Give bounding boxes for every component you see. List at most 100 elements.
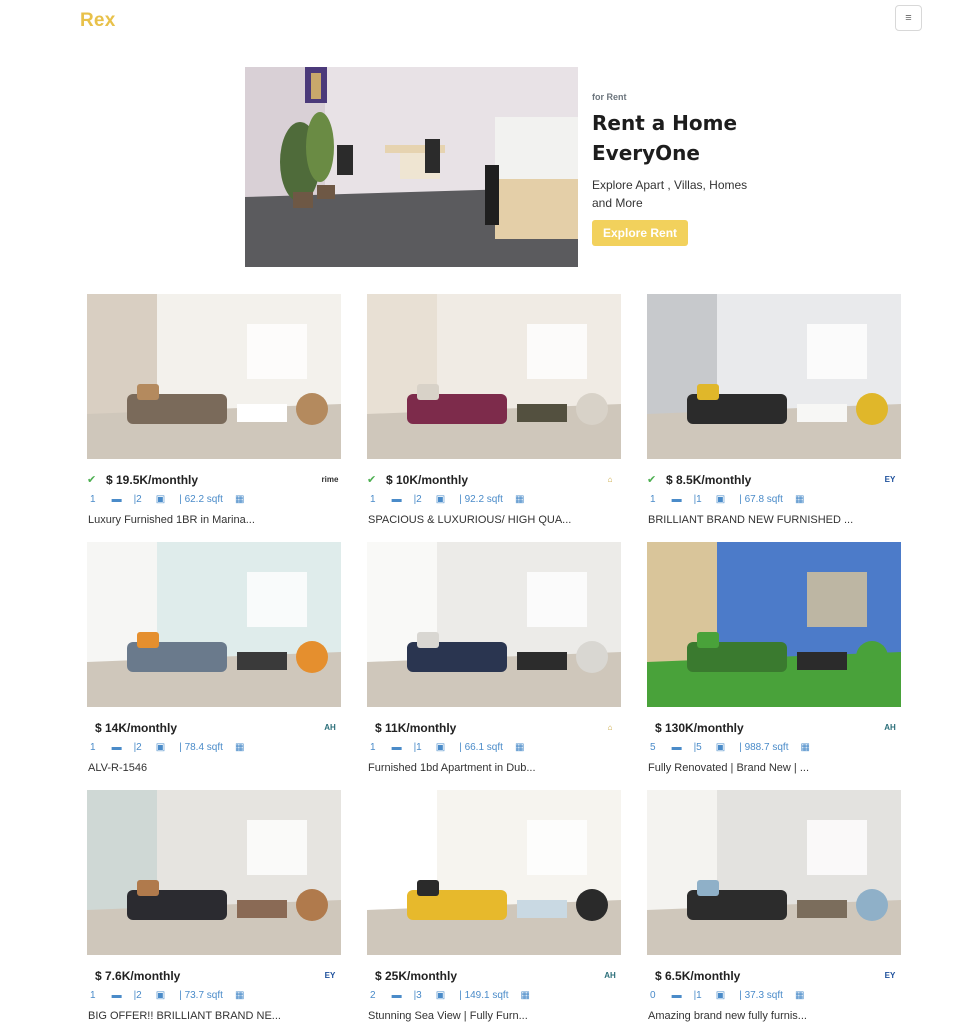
area-size: | 988.7 sqft xyxy=(739,742,789,753)
baths-count: |2 xyxy=(133,990,142,1001)
listing-photo[interactable] xyxy=(367,294,621,459)
beds-count: 1 xyxy=(370,494,376,505)
agency-logo[interactable]: AH xyxy=(599,965,621,985)
bath-icon: ▣ xyxy=(155,494,166,505)
baths-count: |1 xyxy=(413,742,422,753)
listing-price: $ 10K/monthly xyxy=(386,473,469,487)
listing-photo[interactable] xyxy=(647,790,901,955)
area-size: | 37.3 sqft xyxy=(739,990,783,1001)
beds-count: 1 xyxy=(90,990,96,1001)
bed-icon: ▬ xyxy=(111,494,122,505)
price-row: ✔ $ 8.5K/monthly EY xyxy=(647,469,901,489)
listing-photo[interactable] xyxy=(87,294,341,459)
bed-icon: ▬ xyxy=(111,742,122,753)
area-size: | 66.1 sqft xyxy=(459,742,503,753)
bed-icon: ▬ xyxy=(391,494,402,505)
agency-logo[interactable]: EY xyxy=(319,965,341,985)
listing-price: $ 6.5K/monthly xyxy=(655,969,741,983)
price-row: $ 130K/monthly AH xyxy=(647,717,901,737)
bed-icon: ▬ xyxy=(671,494,682,505)
listing-price: $ 14K/monthly xyxy=(95,721,178,735)
hero-title: Rent a Home EveryOne xyxy=(592,108,792,168)
listing-photo[interactable] xyxy=(367,790,621,955)
listing-title[interactable]: Amazing brand new fully furnis... xyxy=(648,1010,902,1022)
listing-title[interactable]: Stunning Sea View | Fully Furn... xyxy=(368,1010,622,1022)
agency-logo[interactable]: ⌂ xyxy=(599,469,621,489)
beds-count: 1 xyxy=(370,742,376,753)
listing-title[interactable]: Furnished 1bd Apartment in Dub... xyxy=(368,762,622,774)
agency-logo[interactable]: EY xyxy=(879,965,901,985)
hero-subtitle: Explore Apart , Villas, Homes and More xyxy=(592,178,748,210)
listing-specs: 1 ▬ |2 ▣ | 62.2 sqft ▦ xyxy=(90,494,244,505)
listing-photo[interactable] xyxy=(647,542,901,707)
brand-logo[interactable]: Rex xyxy=(80,10,115,32)
explore-rent-button[interactable]: Explore Rent xyxy=(592,220,689,246)
area-grid-icon: ▦ xyxy=(794,494,805,505)
listing-title[interactable]: Luxury Furnished 1BR in Marina... xyxy=(88,514,342,526)
beds-count: 1 xyxy=(90,494,96,505)
price-row: $ 25K/monthly AH xyxy=(367,965,621,985)
hero-title-line2: EveryOne xyxy=(592,141,700,165)
listing-photo[interactable] xyxy=(647,294,901,459)
listing-title[interactable]: Fully Renovated | Brand New | ... xyxy=(648,762,902,774)
agency-logo[interactable]: rime xyxy=(319,469,341,489)
bed-icon: ▬ xyxy=(111,990,122,1001)
listing-price: $ 25K/monthly xyxy=(375,969,458,983)
beds-count: 1 xyxy=(90,742,96,753)
listing-photo[interactable] xyxy=(367,542,621,707)
bath-icon: ▣ xyxy=(435,990,446,1001)
area-grid-icon: ▦ xyxy=(800,742,810,753)
beds-count: 5 xyxy=(650,742,656,753)
area-grid-icon: ▦ xyxy=(514,494,525,505)
agency-logo[interactable]: ⌂ xyxy=(599,717,621,737)
verified-check-icon: ✔ xyxy=(647,474,657,486)
agency-logo[interactable]: AH xyxy=(319,717,341,737)
hero-image xyxy=(245,67,578,267)
beds-count: 2 xyxy=(370,990,376,1001)
area-grid-icon: ▦ xyxy=(234,990,245,1001)
menu-toggle-button[interactable]: ≡ xyxy=(895,5,922,31)
price-row: ✔ $ 19.5K/monthly rime xyxy=(87,469,341,489)
bed-icon: ▬ xyxy=(671,990,682,1001)
listing-specs: 1 ▬ |1 ▣ | 66.1 sqft ▦ xyxy=(370,742,524,753)
baths-count: |1 xyxy=(693,990,702,1001)
baths-count: |2 xyxy=(133,494,142,505)
listing-title[interactable]: SPACIOUS & LUXURIOUS/ HIGH QUA... xyxy=(368,514,622,526)
hero-title-line1: Rent a Home xyxy=(592,111,738,135)
baths-count: |3 xyxy=(413,990,422,1001)
area-grid-icon: ▦ xyxy=(234,494,245,505)
bath-icon: ▣ xyxy=(715,990,726,1001)
area-size: | 73.7 sqft xyxy=(179,990,223,1001)
listing-specs: 5 ▬ |5 ▣ | 988.7 sqft ▦ xyxy=(650,742,810,753)
listing-specs: 0 ▬ |1 ▣ | 37.3 sqft ▦ xyxy=(650,990,804,1001)
listing-price: $ 11K/monthly xyxy=(375,721,457,735)
verified-check-icon: ✔ xyxy=(367,474,377,486)
bath-icon: ▣ xyxy=(715,742,726,753)
area-grid-icon: ▦ xyxy=(794,990,805,1001)
area-grid-icon: ▦ xyxy=(520,990,530,1001)
bed-icon: ▬ xyxy=(391,742,402,753)
listing-specs: 1 ▬ |2 ▣ | 78.4 sqft ▦ xyxy=(90,742,244,753)
bath-icon: ▣ xyxy=(155,990,166,1001)
agency-logo[interactable]: AH xyxy=(879,717,901,737)
price-row: $ 7.6K/monthly EY xyxy=(87,965,341,985)
baths-count: |5 xyxy=(693,742,702,753)
listing-specs: 2 ▬ |3 ▣ | 149.1 sqft ▦ xyxy=(370,990,530,1001)
beds-count: 1 xyxy=(650,494,656,505)
agency-logo[interactable]: EY xyxy=(879,469,901,489)
area-size: | 67.8 sqft xyxy=(739,494,783,505)
bed-icon: ▬ xyxy=(391,990,402,1001)
listing-title[interactable]: BRILLIANT BRAND NEW FURNISHED ... xyxy=(648,514,902,526)
hero-content: for Rent Rent a Home EveryOne Explore Ap… xyxy=(592,92,792,246)
baths-count: |1 xyxy=(693,494,702,505)
bath-icon: ▣ xyxy=(435,494,446,505)
listing-photo[interactable] xyxy=(87,542,341,707)
listing-price: $ 130K/monthly xyxy=(655,721,744,735)
listing-title[interactable]: BIG OFFER!! BRILLIANT BRAND NE... xyxy=(88,1010,342,1022)
listing-price: $ 19.5K/monthly xyxy=(106,473,199,487)
bath-icon: ▣ xyxy=(715,494,726,505)
price-row: ✔ $ 10K/monthly ⌂ xyxy=(367,469,621,489)
listing-photo[interactable] xyxy=(87,790,341,955)
listing-specs: 1 ▬ |1 ▣ | 67.8 sqft ▦ xyxy=(650,494,804,505)
listing-title[interactable]: ALV-R-1546 xyxy=(88,762,342,774)
